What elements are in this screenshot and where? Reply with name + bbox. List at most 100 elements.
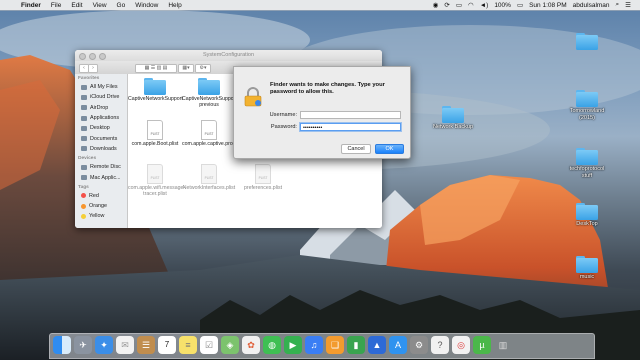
desktop-folder-desktop[interactable]: DeskTop xyxy=(564,203,610,228)
arrange-button[interactable]: ▦▾ xyxy=(178,64,194,73)
sidebar-item-documents[interactable]: Documents xyxy=(75,133,127,143)
messages-icon[interactable]: ◍ xyxy=(263,336,281,354)
file-label: com.apple.wifi.message-tracer.plist xyxy=(128,185,186,198)
desktop-folder-1[interactable] xyxy=(564,33,610,51)
notification-center-icon[interactable]: ☰ xyxy=(622,1,634,9)
cloud-icon xyxy=(81,94,87,100)
finder-sidebar: Favorites All My Files iCloud Drive AirD… xyxy=(75,74,128,228)
itunes-icon[interactable]: ♫ xyxy=(305,336,323,354)
folder-icon xyxy=(576,90,598,107)
battery-percent[interactable]: 100% xyxy=(491,2,514,9)
file-captive-network-support[interactable]: CaptiveNetworkSupport xyxy=(128,78,183,102)
file-preferences-plist[interactable]: PLIST preferences.plist xyxy=(236,164,290,191)
airplay-icon[interactable]: ▭ xyxy=(453,1,465,9)
sidebar-tag-orange[interactable]: Orange xyxy=(75,201,127,211)
ok-button[interactable]: OK xyxy=(375,144,404,154)
launchpad-icon[interactable]: ✈ xyxy=(74,336,92,354)
contacts-icon[interactable]: ☰ xyxy=(137,336,155,354)
finder-icon[interactable] xyxy=(53,336,71,354)
sidebar-item-desktop[interactable]: Desktop xyxy=(75,123,127,133)
sidebar-item-airdrop[interactable]: AirDrop xyxy=(75,103,127,113)
desktop-folder-tomorrowland[interactable]: Tomorrowland (2015) xyxy=(564,90,610,121)
desktop-folder-label: Tomorrowland (2015) xyxy=(569,108,605,121)
photos-icon[interactable]: ✿ xyxy=(242,336,260,354)
file-com-apple-captive-probe-plist[interactable]: PLIST com.apple.captive.probe.plist xyxy=(182,120,249,147)
menu-view[interactable]: View xyxy=(88,2,112,9)
sidebar-tag-red[interactable]: Red xyxy=(75,191,127,201)
menu-edit[interactable]: Edit xyxy=(66,2,87,9)
all-files-icon xyxy=(81,84,87,90)
desktop-folder-music[interactable]: music xyxy=(564,256,610,281)
file-com-apple-boot-plist[interactable]: PLIST com.apple.Boot.plist xyxy=(128,120,182,147)
plist-document-icon: PLIST xyxy=(147,120,163,140)
sidebar-item-remote-disc[interactable]: Remote Disc xyxy=(75,162,127,172)
safari-icon[interactable]: ✦ xyxy=(95,336,113,354)
desktop-folder-techfoprotocol[interactable]: techfoprotocol stuff xyxy=(564,148,610,179)
forward-button[interactable]: › xyxy=(88,64,98,73)
screen-record-icon[interactable]: ◉ xyxy=(430,1,442,9)
mail-icon[interactable]: ✉ xyxy=(116,336,134,354)
battery-icon[interactable]: ▭ xyxy=(514,1,526,9)
airdrop-icon xyxy=(81,105,87,111)
numbers-icon[interactable]: ▮ xyxy=(347,336,365,354)
sidebar-item-mac-applic[interactable]: Mac Applic... xyxy=(75,172,127,182)
volume-icon[interactable]: ◄) xyxy=(477,2,492,9)
sync-icon[interactable]: ⟳ xyxy=(441,1,452,9)
help-icon[interactable]: ? xyxy=(431,336,449,354)
folder-icon xyxy=(576,256,598,273)
app-store-icon[interactable]: A xyxy=(389,336,407,354)
action-gear-button[interactable]: ⚙▾ xyxy=(195,64,211,73)
utorrent-icon[interactable]: µ xyxy=(473,336,491,354)
sidebar-item-label: Downloads xyxy=(90,145,117,152)
menu-go[interactable]: Go xyxy=(112,2,131,9)
sidebar-item-label: Remote Disc xyxy=(90,164,121,171)
username-label: Username: xyxy=(269,112,297,118)
facetime-icon[interactable]: ▶ xyxy=(284,336,302,354)
ibooks-icon[interactable]: ❑ xyxy=(326,336,344,354)
calendar-icon[interactable]: 7 xyxy=(158,336,176,354)
sidebar-header-devices: Devices xyxy=(78,156,97,162)
menubar-clock[interactable]: Sun 1:08 PM xyxy=(526,2,570,9)
system-preferences-icon[interactable]: ⚙ xyxy=(410,336,428,354)
lock-icon xyxy=(244,87,262,107)
desktop-folder-label: music xyxy=(579,274,595,280)
file-label: NetworkInterfaces.plist xyxy=(182,185,236,191)
sidebar-tag-yellow[interactable]: Yellow xyxy=(75,211,127,221)
view-mode-buttons[interactable]: ▦ ☰ ▥ ▤ xyxy=(135,64,177,73)
menubar-user[interactable]: abdulsalman xyxy=(570,2,613,9)
file-label: CaptiveNetworkSupport xyxy=(128,96,183,102)
menu-window[interactable]: Window xyxy=(130,2,163,9)
folder-icon xyxy=(144,78,166,95)
desktop-folder-network-backup[interactable]: Network Backup xyxy=(430,106,476,131)
sidebar-item-all-my-files[interactable]: All My Files xyxy=(75,82,127,92)
menu-file[interactable]: File xyxy=(46,2,66,9)
maps-icon[interactable]: ◈ xyxy=(221,336,239,354)
file-captive-network-support-previous[interactable]: CaptiveNetworkSupport-previous xyxy=(182,78,239,108)
sidebar-header-favorites: Favorites xyxy=(78,76,100,81)
file-network-interfaces-plist[interactable]: PLIST NetworkInterfaces.plist xyxy=(182,164,236,191)
disc-icon xyxy=(81,164,87,170)
sidebar-item-label: Documents xyxy=(90,135,118,142)
reminders-icon[interactable]: ☑ xyxy=(200,336,218,354)
spotlight-icon[interactable]: ⌕ xyxy=(613,1,623,9)
sidebar-item-downloads[interactable]: Downloads xyxy=(75,144,127,154)
notes-icon[interactable]: ≡ xyxy=(179,336,197,354)
file-com-apple-wifi-message-tracer-plist[interactable]: PLIST com.apple.wifi.message-tracer.plis… xyxy=(128,164,186,198)
sidebar-item-label: Orange xyxy=(89,203,107,210)
menu-help[interactable]: Help xyxy=(163,2,186,9)
finder-titlebar[interactable]: SystemConfiguration xyxy=(75,50,382,61)
sidebar-item-icloud-drive[interactable]: iCloud Drive xyxy=(75,92,127,102)
sidebar-item-label: Applications xyxy=(90,115,120,122)
username-field[interactable] xyxy=(300,111,401,119)
sidebar-item-label: AirDrop xyxy=(90,104,109,111)
sidebar-item-label: All My Files xyxy=(90,84,118,91)
menu-app-name[interactable]: Finder xyxy=(16,2,46,9)
cancel-button[interactable]: Cancel xyxy=(341,144,371,154)
password-field[interactable]: •••••••••• xyxy=(300,123,401,131)
tag-dot-icon xyxy=(81,213,86,219)
sidebar-item-applications[interactable]: Applications xyxy=(75,113,127,123)
trash-icon[interactable]: ▥ xyxy=(494,336,512,354)
keynote-icon[interactable]: ▲ xyxy=(368,336,386,354)
chrome-icon[interactable]: ◎ xyxy=(452,336,470,354)
wifi-icon[interactable]: ◠ xyxy=(465,1,477,9)
